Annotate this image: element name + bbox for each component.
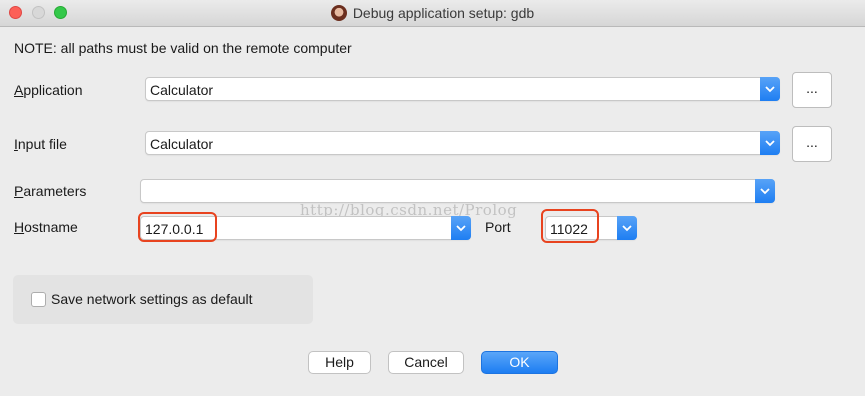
input-file-browse-button[interactable]: ... <box>792 126 832 162</box>
application-label-mnemonic: A <box>14 82 24 98</box>
ok-button[interactable]: OK <box>481 351 558 374</box>
hostname-highlight <box>138 212 217 242</box>
chevron-down-icon <box>456 225 466 232</box>
remote-paths-note: NOTE: all paths must be valid on the rem… <box>14 40 352 56</box>
chevron-down-icon <box>765 86 775 93</box>
port-label: Port <box>485 219 511 235</box>
parameters-dropdown-button[interactable] <box>755 179 775 203</box>
application-label-text: pplication <box>23 82 83 98</box>
input-file-value: Calculator <box>150 136 214 152</box>
application-label: Application <box>14 82 83 98</box>
input-file-label-text: nput file <box>17 136 67 152</box>
input-file-combo[interactable]: Calculator <box>145 131 780 155</box>
hostname-label-mnemonic: H <box>14 219 25 235</box>
parameters-label-mnemonic: P <box>14 183 24 199</box>
cancel-button[interactable]: Cancel <box>388 351 464 374</box>
chevron-down-icon <box>765 140 775 147</box>
network-settings-group: Save network settings as default <box>13 275 313 324</box>
application-dropdown-button[interactable] <box>760 77 780 101</box>
input-file-dropdown-button[interactable] <box>760 131 780 155</box>
port-highlight <box>541 209 599 243</box>
application-browse-button[interactable]: ... <box>792 72 832 108</box>
save-settings-checkbox[interactable] <box>31 292 46 307</box>
parameters-combo[interactable] <box>140 179 775 203</box>
help-button[interactable]: Help <box>308 351 371 374</box>
save-settings-label[interactable]: Save network settings as default <box>51 291 253 307</box>
hostname-label: Hostname <box>14 219 78 235</box>
application-combo[interactable]: Calculator <box>145 77 780 101</box>
application-value: Calculator <box>150 82 214 98</box>
parameters-label-text: arameters <box>23 183 87 199</box>
title-bar: Debug application setup: gdb <box>0 0 865 27</box>
chevron-down-icon <box>760 188 770 195</box>
hostname-label-text: ostname <box>24 219 78 235</box>
input-file-label: Input file <box>14 136 67 152</box>
hostname-dropdown-button[interactable] <box>451 216 471 240</box>
chevron-down-icon <box>622 225 632 232</box>
app-icon <box>330 5 347 21</box>
window-title-group: Debug application setup: gdb <box>0 5 865 21</box>
port-dropdown-button[interactable] <box>617 216 637 240</box>
window-title: Debug application setup: gdb <box>352 5 535 21</box>
parameters-label: Parameters <box>14 183 86 199</box>
